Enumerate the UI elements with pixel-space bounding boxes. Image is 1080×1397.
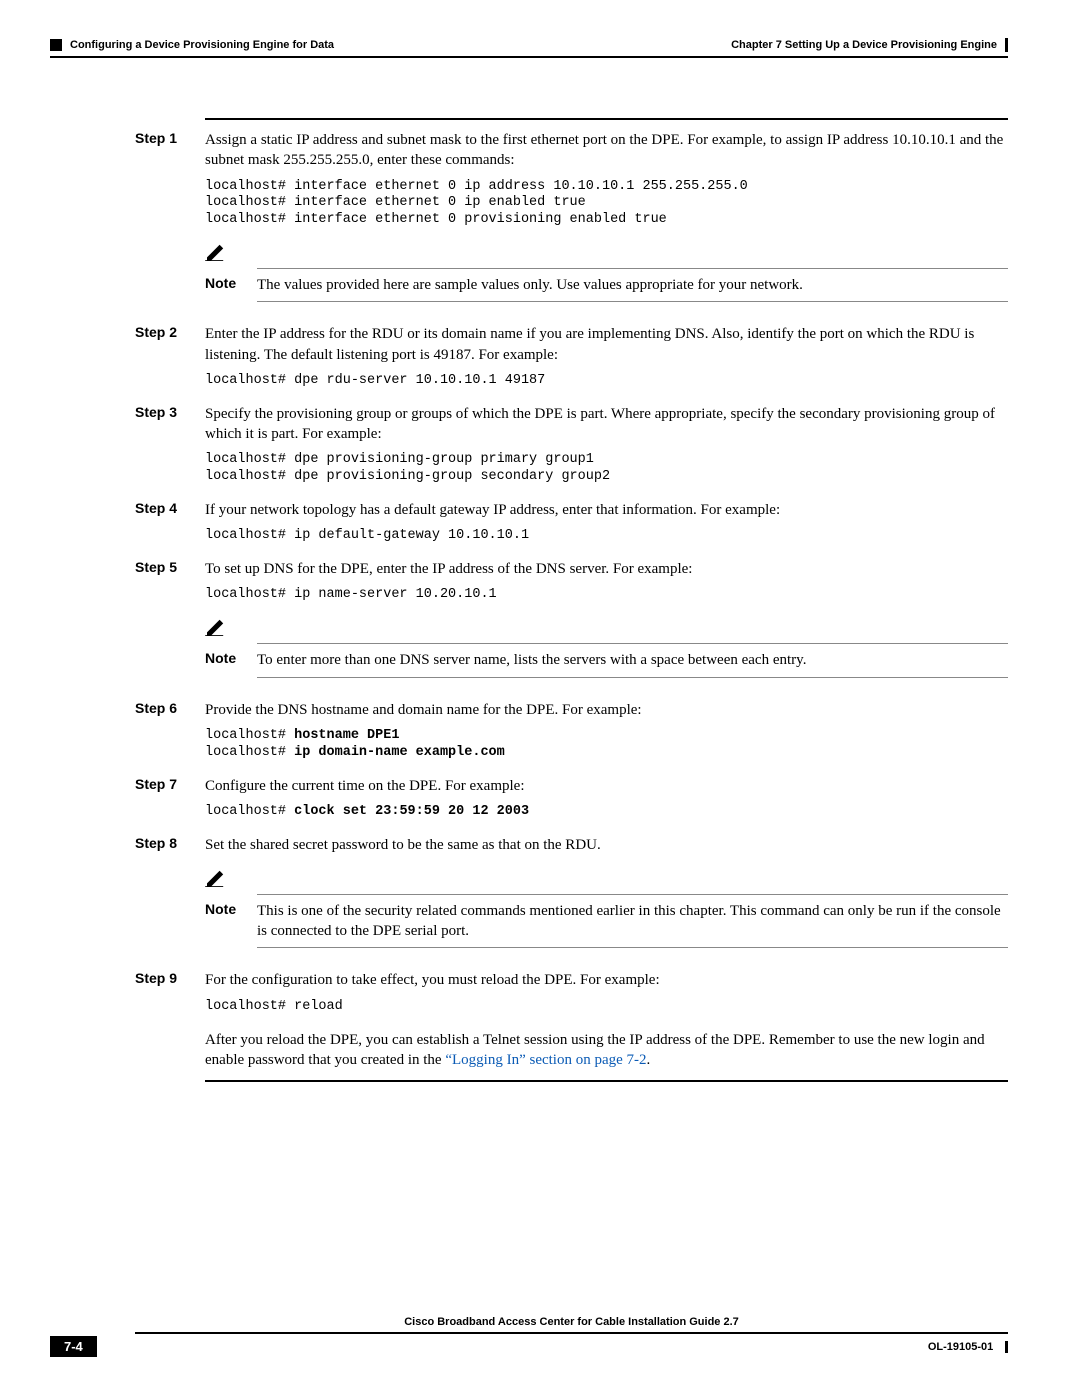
pencil-icon bbox=[205, 869, 1008, 892]
page-number: 7-4 bbox=[50, 1336, 97, 1357]
header-marker-icon bbox=[50, 39, 62, 51]
step-5-text: To set up DNS for the DPE, enter the IP … bbox=[205, 559, 1008, 579]
footer-row: 7-4 OL-19105-01 bbox=[50, 1336, 1008, 1357]
step-5-code: localhost# ip name-server 10.20.10.1 bbox=[205, 587, 1008, 604]
step-6: Step 6 Provide the DNS hostname and doma… bbox=[50, 700, 1008, 720]
footer-doc-row: OL-19105-01 bbox=[928, 1338, 1008, 1355]
note-2-label: Note bbox=[205, 650, 257, 670]
step-4-text: If your network topology has a default g… bbox=[205, 500, 1008, 520]
step-4-code: localhost# ip default-gateway 10.10.10.1 bbox=[205, 528, 1008, 545]
page-header: Configuring a Device Provisioning Engine… bbox=[50, 38, 1008, 52]
step-7: Step 7 Configure the current time on the… bbox=[50, 776, 1008, 796]
note-3: Note This is one of the security related… bbox=[205, 869, 1008, 949]
step-8-label: Step 8 bbox=[135, 835, 205, 855]
note-1-label: Note bbox=[205, 275, 257, 295]
step-6-code: localhost# hostname DPE1 localhost# ip d… bbox=[205, 728, 1008, 762]
note-1: Note The values provided here are sample… bbox=[205, 243, 1008, 302]
step-6-text: Provide the DNS hostname and domain name… bbox=[205, 700, 1008, 720]
step-6-label: Step 6 bbox=[135, 700, 205, 720]
footer-guide-title: Cisco Broadband Access Center for Cable … bbox=[135, 1316, 1008, 1328]
pencil-icon bbox=[205, 243, 1008, 266]
step-4: Step 4 If your network topology has a de… bbox=[50, 500, 1008, 520]
note-3-text: This is one of the security related comm… bbox=[257, 901, 1008, 942]
step-8-text: Set the shared secret password to be the… bbox=[205, 835, 1008, 855]
header-bar-icon bbox=[1005, 38, 1008, 52]
step-9-label: Step 9 bbox=[135, 970, 205, 990]
after-text-end: . bbox=[647, 1052, 651, 1068]
step-1-label: Step 1 bbox=[135, 130, 205, 171]
header-chapter: Chapter 7 Setting Up a Device Provisioni… bbox=[731, 39, 997, 51]
code-cmd: hostname DPE1 bbox=[294, 728, 399, 743]
after-reload-text: After you reload the DPE, you can establ… bbox=[205, 1030, 1008, 1071]
step-9: Step 9 For the configuration to take eff… bbox=[50, 970, 1008, 990]
step-3-text: Specify the provisioning group or groups… bbox=[205, 404, 1008, 445]
note-rule-top bbox=[257, 268, 1008, 269]
content-top-rule bbox=[205, 118, 1008, 120]
header-left: Configuring a Device Provisioning Engine… bbox=[50, 39, 334, 51]
logging-in-link[interactable]: “Logging In” section on page 7-2 bbox=[445, 1052, 646, 1068]
page-footer: Cisco Broadband Access Center for Cable … bbox=[50, 1316, 1008, 1357]
note-content: Note This is one of the security related… bbox=[205, 901, 1008, 942]
code-prompt: localhost# bbox=[205, 745, 294, 760]
step-7-label: Step 7 bbox=[135, 776, 205, 796]
code-prompt: localhost# bbox=[205, 728, 294, 743]
note-3-label: Note bbox=[205, 901, 257, 942]
code-cmd: ip domain-name example.com bbox=[294, 745, 505, 760]
page: Configuring a Device Provisioning Engine… bbox=[0, 0, 1080, 1397]
step-5: Step 5 To set up DNS for the DPE, enter … bbox=[50, 559, 1008, 579]
step-2: Step 2 Enter the IP address for the RDU … bbox=[50, 324, 1008, 365]
step-1-text: Assign a static IP address and subnet ma… bbox=[205, 130, 1008, 171]
step-9-code: localhost# reload bbox=[205, 999, 1008, 1016]
code-cmd: clock set 23:59:59 20 12 2003 bbox=[294, 804, 529, 819]
header-section: Configuring a Device Provisioning Engine… bbox=[70, 39, 334, 51]
code-prompt: localhost# bbox=[205, 804, 294, 819]
note-content: Note The values provided here are sample… bbox=[205, 275, 1008, 295]
step-7-code: localhost# clock set 23:59:59 20 12 2003 bbox=[205, 804, 1008, 821]
step-1-code: localhost# interface ethernet 0 ip addre… bbox=[205, 179, 1008, 230]
step-3-code: localhost# dpe provisioning-group primar… bbox=[205, 452, 1008, 486]
note-content: Note To enter more than one DNS server n… bbox=[205, 650, 1008, 670]
step-2-label: Step 2 bbox=[135, 324, 205, 365]
footer-bar-icon bbox=[1005, 1341, 1008, 1353]
note-1-text: The values provided here are sample valu… bbox=[257, 275, 1008, 295]
content-bottom-rule bbox=[205, 1080, 1008, 1082]
step-2-code: localhost# dpe rdu-server 10.10.10.1 491… bbox=[205, 373, 1008, 390]
step-3: Step 3 Specify the provisioning group or… bbox=[50, 404, 1008, 445]
step-2-text: Enter the IP address for the RDU or its … bbox=[205, 324, 1008, 365]
footer-doc-id: OL-19105-01 bbox=[928, 1341, 993, 1353]
note-rule-bottom bbox=[257, 677, 1008, 678]
header-rule bbox=[50, 56, 1008, 58]
note-2: Note To enter more than one DNS server n… bbox=[205, 618, 1008, 677]
note-2-text: To enter more than one DNS server name, … bbox=[257, 650, 1008, 670]
step-1: Step 1 Assign a static IP address and su… bbox=[50, 130, 1008, 171]
note-rule-bottom bbox=[257, 947, 1008, 948]
footer-rule bbox=[135, 1332, 1008, 1334]
pencil-icon bbox=[205, 618, 1008, 641]
step-9-text: For the configuration to take effect, yo… bbox=[205, 970, 1008, 990]
note-rule-bottom bbox=[257, 301, 1008, 302]
step-7-text: Configure the current time on the DPE. F… bbox=[205, 776, 1008, 796]
step-5-label: Step 5 bbox=[135, 559, 205, 579]
step-8: Step 8 Set the shared secret password to… bbox=[50, 835, 1008, 855]
header-right: Chapter 7 Setting Up a Device Provisioni… bbox=[731, 38, 1008, 52]
step-3-label: Step 3 bbox=[135, 404, 205, 445]
note-rule-top bbox=[257, 894, 1008, 895]
note-rule-top bbox=[257, 643, 1008, 644]
step-4-label: Step 4 bbox=[135, 500, 205, 520]
